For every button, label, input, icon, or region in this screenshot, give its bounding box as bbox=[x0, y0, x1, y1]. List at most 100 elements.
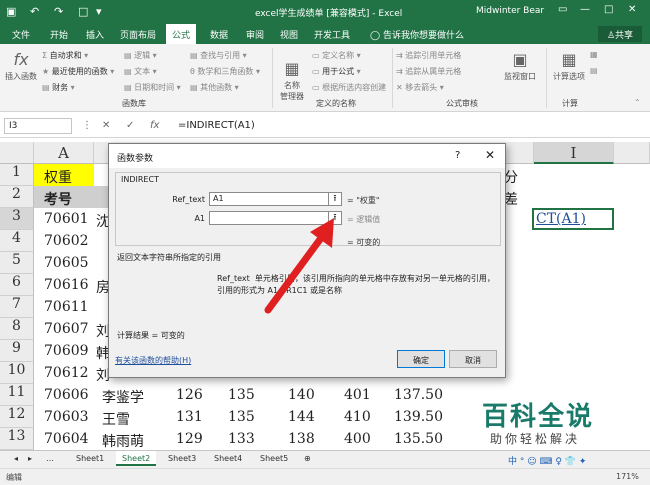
customize-qat-icon[interactable]: ▾ bbox=[96, 5, 102, 18]
row-header[interactable]: 10 bbox=[0, 362, 34, 384]
cell-score[interactable]: 401 bbox=[344, 387, 371, 403]
row-header[interactable]: 4 bbox=[0, 230, 34, 252]
select-all-corner[interactable] bbox=[0, 142, 34, 164]
use-in-formula-button[interactable]: ▭ 用于公式 ▾ bbox=[312, 66, 361, 77]
calc-now-icon[interactable]: ▦ bbox=[590, 50, 598, 59]
cell-score[interactable]: 135 bbox=[228, 409, 255, 425]
more-sheets-icon[interactable]: … bbox=[40, 453, 60, 464]
create-from-selection-button[interactable]: ▭ 根据所选内容创建 bbox=[312, 82, 386, 93]
close-window-icon[interactable]: ✕ bbox=[628, 4, 636, 15]
cell-score[interactable]: 140 bbox=[288, 387, 315, 403]
tell-me-search[interactable]: ◯ 告诉我你想要做什么 bbox=[370, 28, 464, 41]
cell-id[interactable]: 70607 bbox=[44, 321, 89, 337]
cancel-button[interactable]: 取消 bbox=[449, 350, 497, 368]
date-time-button[interactable]: ▤ 日期和时间 ▾ bbox=[124, 82, 181, 93]
watch-window-button[interactable]: ▣ 监视窗口 bbox=[500, 50, 540, 82]
calculation-options-button[interactable]: ▦ 计算选项 bbox=[552, 50, 586, 82]
cell-i3[interactable]: CT(A1) bbox=[536, 211, 586, 227]
tab-home[interactable]: 开始 bbox=[50, 28, 68, 41]
cell-student-name[interactable]: 李鉴学 bbox=[102, 387, 144, 407]
define-name-button[interactable]: ▭ 定义名称 ▾ bbox=[312, 50, 361, 61]
tab-view[interactable]: 视图 bbox=[280, 28, 298, 41]
tab-page-layout[interactable]: 页面布局 bbox=[120, 28, 156, 41]
row-header[interactable]: 1 bbox=[0, 164, 34, 186]
cell-id[interactable]: 70609 bbox=[44, 343, 89, 359]
cell-id[interactable]: 70616 bbox=[44, 277, 89, 293]
cell-h1[interactable]: 分 bbox=[504, 167, 518, 187]
ribbon-display-icon[interactable]: ▭ bbox=[558, 4, 567, 15]
cell-score[interactable]: 133 bbox=[228, 431, 255, 447]
cell-a1[interactable]: 权重 bbox=[44, 167, 72, 187]
cell-id[interactable]: 70604 bbox=[44, 431, 89, 447]
collapse-ref-icon[interactable]: ⭱ bbox=[328, 192, 342, 206]
minimize-icon[interactable]: — bbox=[580, 4, 590, 15]
sheet-tab-2[interactable]: Sheet2 bbox=[116, 451, 157, 466]
row-header[interactable]: 6 bbox=[0, 274, 34, 296]
cell-a2[interactable]: 考号 bbox=[44, 189, 72, 209]
lookup-reference-button[interactable]: ▤ 查找与引用 ▾ bbox=[190, 50, 247, 61]
row-header[interactable]: 2 bbox=[0, 186, 34, 208]
share-button[interactable]: ♙共享 bbox=[598, 26, 642, 42]
tab-formulas[interactable]: 公式 bbox=[166, 24, 197, 44]
cell-score[interactable]: 135.50 bbox=[394, 431, 443, 447]
zoom-level[interactable]: 171% bbox=[616, 472, 639, 481]
help-link[interactable]: 有关该函数的帮助(H) bbox=[115, 355, 191, 366]
cell-score[interactable]: 126 bbox=[176, 387, 203, 403]
collapse-ribbon-icon[interactable]: ⌃ bbox=[634, 98, 641, 107]
cell-score[interactable]: 135 bbox=[228, 387, 255, 403]
tab-review[interactable]: 审阅 bbox=[246, 28, 264, 41]
text-button[interactable]: ▤ 文本 ▾ bbox=[124, 66, 157, 77]
sheet-tab-1[interactable]: Sheet1 bbox=[70, 453, 110, 464]
cell-id[interactable]: 70601 bbox=[44, 211, 89, 227]
add-sheet-icon[interactable]: ⊕ bbox=[298, 453, 317, 464]
cell-score[interactable]: 144 bbox=[288, 409, 315, 425]
cell-id[interactable]: 70602 bbox=[44, 233, 89, 249]
cell-id[interactable]: 70611 bbox=[44, 299, 89, 315]
row-header[interactable]: 11 bbox=[0, 384, 34, 406]
sheet-tab-3[interactable]: Sheet3 bbox=[162, 453, 202, 464]
enter-icon[interactable]: ✓ bbox=[126, 120, 134, 131]
row-header[interactable]: 3 bbox=[0, 208, 34, 230]
name-manager-button[interactable]: ▦ 名称 管理器 bbox=[276, 50, 308, 102]
cell-student-name[interactable]: 王雪 bbox=[102, 409, 130, 429]
insert-function-button[interactable]: fx 插入函数 bbox=[4, 50, 38, 82]
cell-score[interactable]: 400 bbox=[344, 431, 371, 447]
ime-toolbar[interactable]: 中 ° ☺ ⌨ ♀ 👕 ✦ bbox=[508, 454, 648, 468]
close-dialog-button[interactable]: ✕ bbox=[485, 148, 495, 162]
cancel-icon[interactable]: ✕ bbox=[102, 120, 110, 131]
sheet-tab-4[interactable]: Sheet4 bbox=[208, 453, 248, 464]
cell-id[interactable]: 70603 bbox=[44, 409, 89, 425]
touch-mode-icon[interactable]: □ bbox=[78, 5, 88, 18]
next-sheet-icon[interactable]: ▸ bbox=[22, 453, 38, 464]
trace-precedents-button[interactable]: ⇉ 追踪引用单元格 bbox=[396, 50, 461, 61]
remove-arrows-button[interactable]: ✕ 移去箭头 ▾ bbox=[396, 82, 444, 93]
cell-id[interactable]: 70606 bbox=[44, 387, 89, 403]
cell-score[interactable]: 129 bbox=[176, 431, 203, 447]
financial-button[interactable]: ▤ 财务 ▾ bbox=[42, 82, 75, 93]
math-trig-button[interactable]: θ 数学和三角函数 ▾ bbox=[190, 66, 260, 77]
logical-button[interactable]: ▤ 逻辑 ▾ bbox=[124, 50, 157, 61]
tab-file[interactable]: 文件 bbox=[12, 28, 30, 41]
column-header-a[interactable]: A bbox=[34, 142, 94, 164]
tab-data[interactable]: 数据 bbox=[210, 28, 228, 41]
cell-score[interactable]: 410 bbox=[344, 409, 371, 425]
calc-sheet-icon[interactable]: ▤ bbox=[590, 66, 598, 75]
cell-score[interactable]: 138 bbox=[288, 431, 315, 447]
cell-id[interactable]: 70605 bbox=[44, 255, 89, 271]
arg-ref-text-input[interactable]: A1 bbox=[209, 192, 339, 206]
more-functions-button[interactable]: ▤ 其他函数 ▾ bbox=[190, 82, 239, 93]
sheet-tab-5[interactable]: Sheet5 bbox=[254, 453, 294, 464]
help-button[interactable]: ? bbox=[455, 150, 460, 161]
cell-student-name[interactable]: 韩雨萌 bbox=[102, 431, 144, 451]
recent-functions-button[interactable]: ★ 最近使用的函数 ▾ bbox=[42, 66, 114, 77]
redo-icon[interactable]: ↷ bbox=[54, 5, 63, 18]
row-header[interactable]: 5 bbox=[0, 252, 34, 274]
column-header-j[interactable] bbox=[614, 142, 650, 164]
autosum-button[interactable]: Σ 自动求和 ▾ bbox=[42, 50, 88, 61]
cell-id[interactable]: 70612 bbox=[44, 365, 89, 381]
row-header[interactable]: 8 bbox=[0, 318, 34, 340]
cell-score[interactable]: 137.50 bbox=[394, 387, 443, 403]
tab-insert[interactable]: 插入 bbox=[86, 28, 104, 41]
user-name[interactable]: Midwinter Bear bbox=[476, 6, 544, 16]
tab-developer[interactable]: 开发工具 bbox=[314, 28, 350, 41]
